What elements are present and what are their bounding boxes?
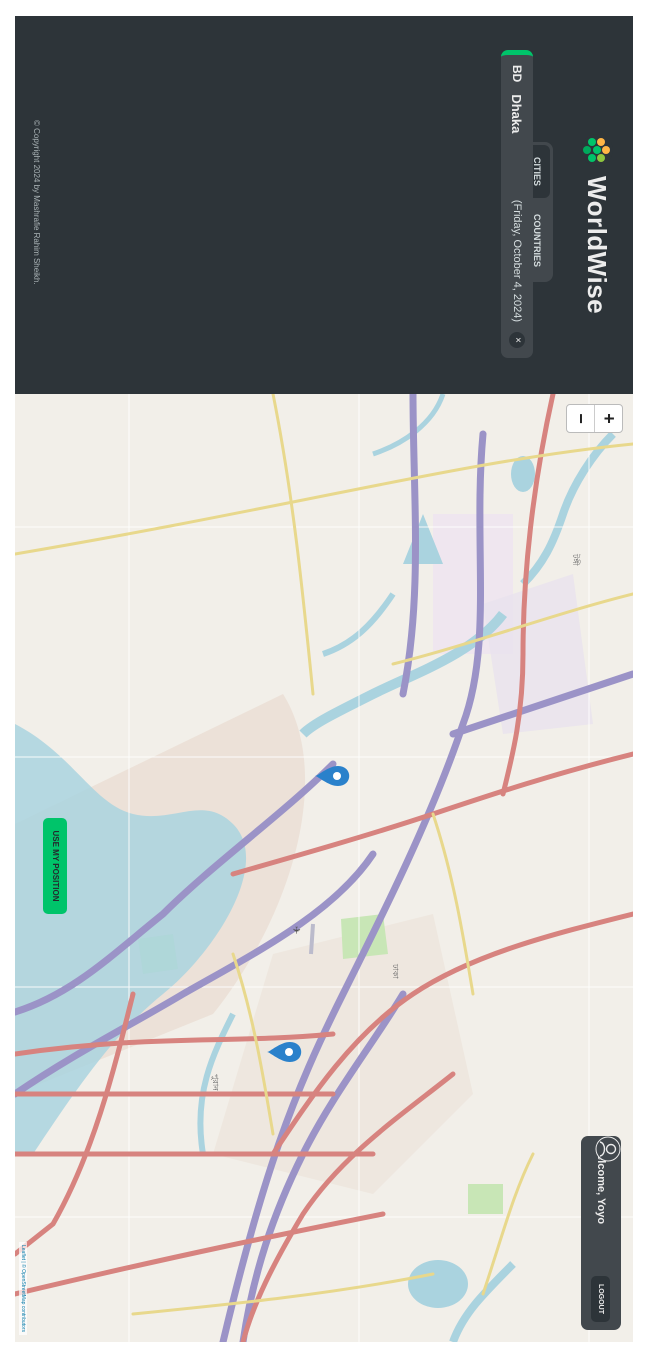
leaflet-link[interactable]: Leaflet <box>20 1245 26 1260</box>
avatar-icon <box>595 1136 621 1162</box>
svg-text:ঢাকা: ঢাকা <box>391 963 400 979</box>
map-attribution: Leaflet | © OpenStreetMap contributors <box>19 1242 27 1335</box>
zoom-control: + − <box>566 404 623 433</box>
user-panel: Welcome, Yoyo LOGOUT <box>581 1136 621 1330</box>
globe-logo-icon <box>581 134 613 166</box>
city-flag: BD <box>510 65 524 83</box>
use-my-position-button[interactable]: USE MY POSITION <box>43 818 67 914</box>
city-date: (Friday, October 4, 2024) <box>511 199 523 322</box>
app-root: WorldWise CITIES COUNTRIES BD Dhaka (Fri… <box>15 16 633 1342</box>
app-name: WorldWise <box>582 176 613 315</box>
svg-text:টঙ্গী: টঙ্গী <box>571 553 581 567</box>
zoom-out-button[interactable]: − <box>567 405 594 432</box>
app-logo[interactable]: WorldWise <box>579 132 615 314</box>
svg-text:✈: ✈ <box>290 926 301 934</box>
map-tiles[interactable]: ✈ ঢাকা টঙ্গী পুরান <box>15 394 633 1342</box>
city-name: Dhaka <box>509 94 525 134</box>
map-container[interactable]: ✈ ঢাকা টঙ্গী পুরান + − Welcome, Yoyo LOG… <box>15 394 633 1342</box>
zoom-in-button[interactable]: + <box>594 405 622 432</box>
sidebar: WorldWise CITIES COUNTRIES BD Dhaka (Fri… <box>15 16 633 394</box>
svg-text:পুরান: পুরান <box>211 1074 220 1091</box>
logout-button[interactable]: LOGOUT <box>591 1276 611 1322</box>
copyright-text: © Copyright 2024 by Mashrafie Rahim Shei… <box>32 120 41 285</box>
osm-attribution: | © OpenStreetMap contributors <box>20 1260 26 1332</box>
city-item[interactable]: BD Dhaka (Friday, October 4, 2024) × <box>501 50 533 358</box>
delete-city-button[interactable]: × <box>509 332 525 348</box>
welcome-text: Welcome, Yoyo <box>595 1144 607 1225</box>
